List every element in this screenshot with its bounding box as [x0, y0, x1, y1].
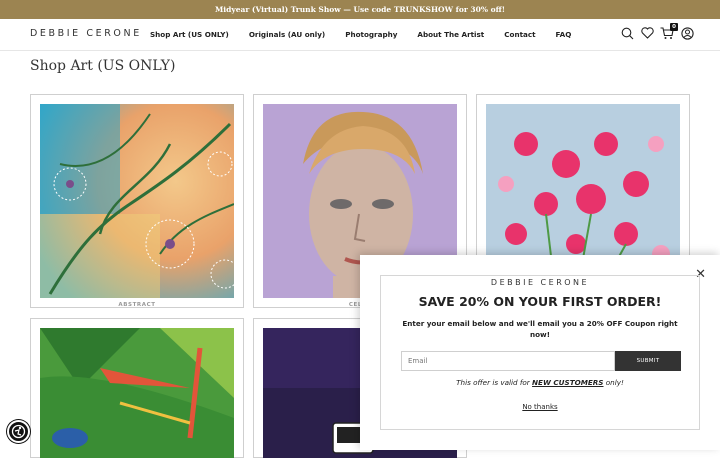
- nav-originals[interactable]: Originals (AU only): [249, 30, 325, 39]
- nav-shop-art[interactable]: Shop Art (US ONLY): [150, 30, 229, 39]
- product-category: ABSTRACT: [118, 302, 156, 308]
- product-image[interactable]: [40, 104, 240, 298]
- heart-icon[interactable]: [640, 26, 654, 40]
- announcement-bar: Midyear (Virtual) Trunk Show — Use code …: [0, 0, 720, 19]
- search-icon[interactable]: [620, 26, 634, 40]
- product-image[interactable]: [40, 328, 234, 458]
- note-suffix: only!: [603, 378, 624, 387]
- email-signup-popup: ✕ DEBBIE CERONE SAVE 20% ON YOUR FIRST O…: [360, 255, 720, 450]
- popup-subtext: Enter your email below and we'll email y…: [402, 319, 678, 339]
- email-field[interactable]: [401, 351, 615, 371]
- cart-icon[interactable]: 0: [660, 23, 678, 40]
- popup-brand: DEBBIE CERONE: [381, 270, 699, 289]
- submit-button[interactable]: SUBMIT: [615, 351, 681, 371]
- note-emphasis: NEW CUSTOMERS: [532, 378, 604, 387]
- no-thanks-link[interactable]: No thanks: [381, 403, 699, 411]
- account-icon[interactable]: [680, 26, 694, 40]
- accessibility-icon: [11, 424, 26, 439]
- brand-logo[interactable]: DEBBIE CERONE: [30, 28, 142, 39]
- popup-brand-label: DEBBIE CERONE: [482, 278, 598, 287]
- nav-contact[interactable]: Contact: [504, 30, 535, 39]
- main-nav: Shop Art (US ONLY) Originals (AU only) P…: [150, 30, 591, 39]
- popup-note: This offer is valid for NEW CUSTOMERS on…: [381, 378, 699, 387]
- page-title: Shop Art (US ONLY): [30, 58, 176, 74]
- site-header: DEBBIE CERONE Shop Art (US ONLY) Origina…: [0, 19, 720, 51]
- nav-about-artist[interactable]: About The Artist: [417, 30, 484, 39]
- product-card[interactable]: ABSTRACT: [30, 94, 244, 308]
- accessibility-button[interactable]: [7, 420, 30, 443]
- header-icons: 0: [620, 23, 694, 40]
- nav-photography[interactable]: Photography: [345, 30, 397, 39]
- note-prefix: This offer is valid for: [456, 378, 533, 387]
- email-form: SUBMIT: [401, 351, 681, 371]
- popup-headline: SAVE 20% ON YOUR FIRST ORDER!: [418, 294, 662, 309]
- popup-content: DEBBIE CERONE SAVE 20% ON YOUR FIRST ORD…: [380, 275, 700, 430]
- nav-faq[interactable]: FAQ: [556, 30, 572, 39]
- cart-count-badge: 0: [670, 23, 678, 31]
- product-card[interactable]: [30, 318, 244, 458]
